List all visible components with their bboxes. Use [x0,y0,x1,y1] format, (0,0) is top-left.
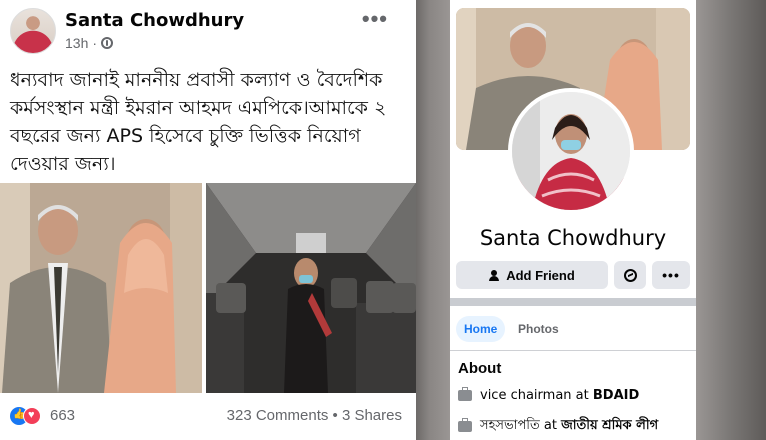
author-avatar[interactable] [10,8,56,54]
about-org-link[interactable]: জাতীয় শ্রমিক লীগ [561,418,658,433]
section-divider [450,298,696,306]
profile-actions: Add Friend ••• [456,261,690,289]
briefcase-icon [458,387,472,401]
post-photo-1[interactable] [0,183,202,393]
profile-picture[interactable] [508,88,634,214]
post-photo-2[interactable] [206,183,416,393]
comments-shares[interactable]: 323 Comments • 3 Shares [227,407,402,424]
post-time[interactable]: 13h [65,35,88,51]
post-header: Santa Chowdhury 13h · ••• [10,6,406,54]
add-friend-button[interactable]: Add Friend [456,261,608,289]
love-reaction-icon[interactable] [23,407,41,425]
profile-name: Santa Chowdhury [479,226,667,250]
post-footer: 663 323 Comments • 3 Shares [10,404,402,430]
author-name[interactable]: Santa Chowdhury [65,10,244,31]
profile-card: Santa Chowdhury Add Friend ••• Home Phot… [450,8,696,440]
message-button[interactable] [614,261,646,289]
add-friend-label: Add Friend [506,267,575,283]
profile-tabs: Home Photos [456,314,690,344]
about-item-work-1: vice chairman at BDAID [458,387,639,403]
more-options-icon[interactable]: ••• [362,6,388,32]
post-meta: 13h · [65,35,114,51]
about-heading: About [458,360,502,377]
more-dots-icon: ••• [662,267,680,283]
background-strip-right [696,0,766,440]
background-strip [416,0,450,440]
more-actions-button[interactable]: ••• [652,261,690,289]
briefcase-icon [458,418,472,432]
tab-photos[interactable]: Photos [510,316,567,342]
globe-icon [101,37,114,49]
messenger-icon [623,268,637,282]
add-friend-icon [489,269,501,281]
tab-home[interactable]: Home [456,316,506,342]
post-text: ধন্যবাদ জানাই মাননীয় প্রবাসী কল্যাণ ও ব… [10,69,387,175]
reaction-count[interactable]: 663 [50,407,75,424]
tab-divider [450,350,696,351]
about-org-link[interactable]: BDAID [593,388,639,403]
about-item-work-2: সহসভাপতি at জাতীয় শ্রমিক লীগ [458,416,658,437]
facebook-post: Santa Chowdhury 13h · ••• ধন্যবাদ জানাই … [0,0,416,440]
